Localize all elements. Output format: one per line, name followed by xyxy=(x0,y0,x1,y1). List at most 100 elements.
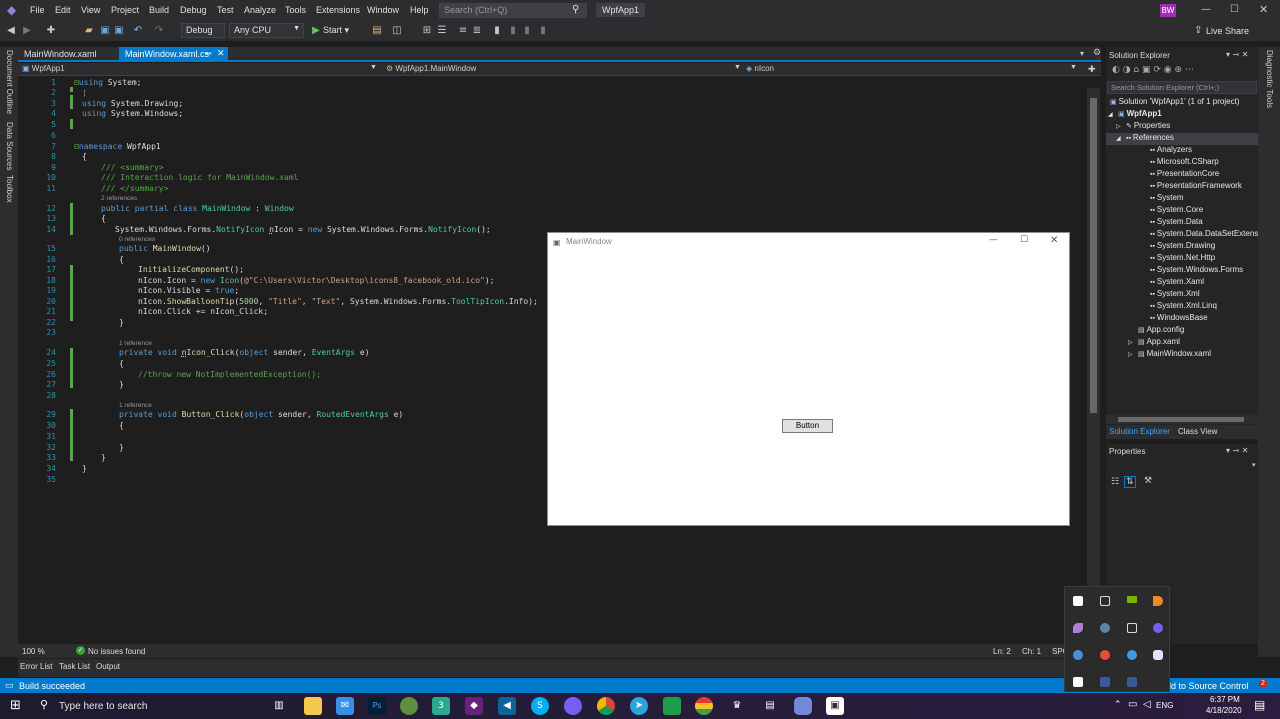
diagnostic-tools-tab[interactable]: Diagnostic Tools xyxy=(1265,50,1274,108)
network-icon[interactable]: ▭ xyxy=(1128,699,1137,710)
steam-icon[interactable] xyxy=(1100,623,1110,633)
window-minimize-icon[interactable]: — xyxy=(989,235,998,245)
save-icon[interactable]: ▣ xyxy=(98,24,112,37)
telegram-icon[interactable]: ➤ xyxy=(630,697,648,715)
tree-file-mainwindow-xaml[interactable]: ▷ ▤ MainWindow.xaml xyxy=(1106,349,1258,361)
split-icon[interactable]: ✚ xyxy=(1088,64,1096,75)
tree-properties[interactable]: ▷ ✎ Properties xyxy=(1106,121,1258,133)
tree-solution[interactable]: ▣ Solution 'WpfApp1' (1 of 1 project) xyxy=(1106,97,1258,109)
tree-reference-item[interactable]: ▪▪ Analyzers xyxy=(1106,145,1258,157)
tab-output[interactable]: Output xyxy=(96,662,120,671)
platform-select[interactable]: Any CPU ▼ xyxy=(229,23,304,38)
tab-overflow-icon[interactable]: ▾ xyxy=(1080,49,1084,58)
browser-link-icon[interactable]: ▤ xyxy=(370,24,384,37)
redo-icon[interactable]: ↷ xyxy=(152,24,166,37)
app-icon[interactable] xyxy=(400,697,418,715)
scrollbar-thumb[interactable] xyxy=(1118,417,1244,422)
file-explorer-icon[interactable] xyxy=(304,697,322,715)
menu-view[interactable]: View xyxy=(81,5,100,15)
language-indicator[interactable]: ENG xyxy=(1156,701,1173,710)
tab-error-list[interactable]: Error List xyxy=(20,662,52,671)
navigate-forward-icon[interactable]: ▶ xyxy=(20,24,34,37)
app-icon[interactable] xyxy=(695,697,713,715)
menu-file[interactable]: File xyxy=(30,5,45,15)
facebook-icon[interactable] xyxy=(1127,677,1137,687)
tree-reference-item[interactable]: ▪▪ System.Net.Http xyxy=(1106,253,1258,265)
start-button[interactable]: Start ▾ xyxy=(323,25,349,36)
solution-search-input[interactable]: Search Solution Explorer (Ctrl+;) xyxy=(1107,81,1257,94)
editor-vertical-scrollbar[interactable] xyxy=(1087,88,1100,644)
window-maximize-icon[interactable]: ☐ xyxy=(1020,235,1028,245)
tab-class-view[interactable]: Class View xyxy=(1178,427,1217,436)
menu-debug[interactable]: Debug xyxy=(180,5,207,15)
open-folder-icon[interactable]: ▰ xyxy=(82,24,96,37)
tray-app-icon[interactable] xyxy=(1073,677,1083,687)
visual-studio-icon[interactable]: ◆ xyxy=(465,697,483,715)
bookmark-icon[interactable]: ▮ xyxy=(490,24,504,37)
data-sources-tab[interactable]: Data Sources xyxy=(5,122,14,170)
main-window[interactable]: ▣ MainWindow — ☐ ✕ Button xyxy=(547,232,1070,526)
comment-icon[interactable]: ≡ xyxy=(456,24,470,37)
main-button[interactable]: Button xyxy=(782,419,833,433)
indent-icon[interactable]: ☰ xyxy=(435,24,449,37)
tree-reference-item[interactable]: ▪▪ System xyxy=(1106,193,1258,205)
codelens-references[interactable]: 0 references xyxy=(119,236,155,243)
window-close-icon[interactable]: ✕ xyxy=(1050,235,1058,246)
tree-reference-item[interactable]: ▪▪ PresentationFramework xyxy=(1106,181,1258,193)
menu-build[interactable]: Build xyxy=(149,5,169,15)
menu-help[interactable]: Help xyxy=(410,5,429,15)
search-icon[interactable]: ⚲ xyxy=(572,4,579,15)
menu-extensions[interactable]: Extensions xyxy=(316,5,360,15)
bookmark-clear-icon[interactable]: ▮ xyxy=(520,24,534,37)
panel-menu-icon[interactable]: ▾ ⊸ ✕ xyxy=(1226,446,1249,455)
tree-reference-item[interactable]: ▪▪ System.Data.DataSetExtens xyxy=(1106,229,1258,241)
app-icon[interactable]: ▣ xyxy=(826,697,844,715)
tab-solution-explorer[interactable]: Solution Explorer xyxy=(1109,427,1170,436)
tree-reference-item[interactable]: ▪▪ System.Xml.Linq xyxy=(1106,301,1258,313)
expand-arrow-icon[interactable]: ▷ xyxy=(1116,123,1121,130)
tree-reference-item[interactable]: ▪▪ System.Windows.Forms xyxy=(1106,265,1258,277)
discord-icon[interactable] xyxy=(794,697,812,715)
layout-icon[interactable]: ⊞ xyxy=(420,24,434,37)
menu-test[interactable]: Test xyxy=(217,5,234,15)
class-nav-dropdown[interactable]: ⚙ WpfApp1.MainWindow xyxy=(386,64,741,73)
menu-edit[interactable]: Edit xyxy=(55,5,71,15)
bookmark-next-icon[interactable]: ▮ xyxy=(506,24,520,37)
clock-date[interactable]: 4/18/2020 xyxy=(1206,706,1242,715)
photoshop-icon[interactable]: Ps xyxy=(368,697,386,715)
tray-app-icon[interactable] xyxy=(1127,623,1137,633)
member-nav-dropdown[interactable]: ◈ nIcon xyxy=(746,64,1086,73)
chrome-icon[interactable] xyxy=(597,697,615,715)
alphabetical-icon[interactable]: ⇅ xyxy=(1124,476,1136,488)
app-icon[interactable]: 3 xyxy=(432,697,450,715)
expand-arrow-icon[interactable]: ▷ xyxy=(1128,351,1133,358)
tray-app-icon[interactable] xyxy=(1100,596,1110,606)
app-icon[interactable]: ▤ xyxy=(761,697,779,715)
tray-app-icon[interactable] xyxy=(1127,650,1137,660)
nvidia-icon[interactable] xyxy=(1127,596,1137,603)
task-view-icon[interactable]: ▥ xyxy=(270,697,288,715)
tree-reference-item[interactable]: ▪▪ System.Core xyxy=(1106,205,1258,217)
tree-reference-item[interactable]: ▪▪ WindowsBase xyxy=(1106,313,1258,325)
tray-show-hidden-icon[interactable]: ⌃ xyxy=(1114,700,1122,710)
tree-project[interactable]: ◢ ▣ WpfApp1 xyxy=(1106,109,1258,121)
facebook-icon[interactable] xyxy=(1100,677,1110,687)
categorized-icon[interactable]: ☷ xyxy=(1111,477,1119,487)
tab-task-list[interactable]: Task List xyxy=(59,662,90,671)
tab-mainwindow-xaml-cs[interactable]: MainWindow.xaml.cs ⊸ ✕ xyxy=(119,47,228,61)
chevron-down-icon[interactable]: ▾ xyxy=(1252,461,1256,469)
tray-app-icon[interactable] xyxy=(1153,596,1163,606)
tray-app-icon[interactable] xyxy=(1073,596,1083,606)
source-control-button[interactable]: Add to Source Control xyxy=(1160,681,1249,691)
viber-icon[interactable] xyxy=(564,697,582,715)
app-icon[interactable] xyxy=(663,697,681,715)
project-nav-dropdown[interactable]: ▣ WpfApp1 xyxy=(22,64,382,73)
menu-window[interactable]: Window xyxy=(367,5,399,15)
tree-reference-item[interactable]: ▪▪ PresentationCore xyxy=(1106,169,1258,181)
search-input[interactable]: Search (Ctrl+Q) xyxy=(439,3,587,18)
tree-reference-item[interactable]: ▪▪ System.Xml xyxy=(1106,289,1258,301)
expand-arrow-icon[interactable]: ◢ xyxy=(1116,135,1121,142)
hot-reload-icon[interactable]: ◫ xyxy=(390,24,404,37)
toolbox-tab[interactable]: Toolbox xyxy=(5,175,14,203)
maximize-icon[interactable]: ☐ xyxy=(1230,4,1239,15)
